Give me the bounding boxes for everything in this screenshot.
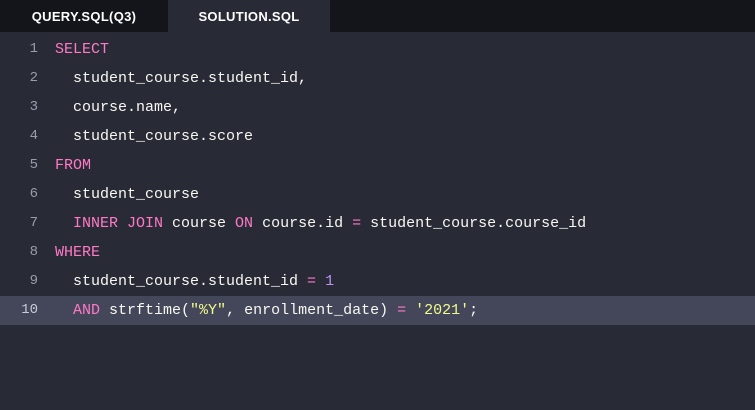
code-token: ; [469,302,479,319]
code-line-10[interactable]: 10 AND strftime("%Y", enrollment_date) =… [0,296,755,325]
code-token: student_course.student_id [55,273,308,290]
code-token: student_course.score [55,128,254,145]
code-token: student_course [55,186,200,203]
code-token: FROM [55,157,92,174]
tab-label: SOLUTION.SQL [198,8,300,24]
code-text: WHERE [38,238,100,267]
code-token: , enrollment_date) [226,302,398,319]
line-number: 8 [29,244,38,260]
code-token: = [352,215,362,232]
line-number: 10 [21,302,38,318]
code-line-6[interactable]: 6 student_course [0,180,755,209]
code-line-9[interactable]: 9 student_course.student_id = 1 [0,267,755,296]
line-number: 1 [29,41,38,57]
code-token: course.id [253,215,353,232]
code-text: student_course.score [38,122,253,151]
code-line-3[interactable]: 3 course.name, [0,93,755,122]
code-line-8[interactable]: 8 WHERE [0,238,755,267]
code-text: student_course.student_id, [38,64,307,93]
code-text: AND strftime("%Y", enrollment_date) = '2… [38,296,478,325]
code-text: student_course [38,180,199,209]
code-token: SELECT [55,41,110,58]
code-line-2[interactable]: 2 student_course.student_id, [0,64,755,93]
line-number: 3 [29,99,38,115]
line-number: 9 [29,273,38,289]
code-token: '2021' [415,302,470,319]
tab-bar: QUERY.SQL(Q3) SOLUTION.SQL [0,0,755,32]
code-token: WHERE [55,244,101,261]
code-line-1[interactable]: 1 SELECT [0,35,755,64]
code-line-4[interactable]: 4 student_course.score [0,122,755,151]
code-token: = [307,273,317,290]
code-editor[interactable]: 1 SELECT 2 student_course.student_id, 3 cou… [0,32,755,325]
line-number: 6 [29,186,38,202]
code-line-7[interactable]: 7 INNER JOIN course ON course.id = stude… [0,209,755,238]
line-number: 4 [29,128,38,144]
code-token: student_course.student_id, [55,70,308,87]
code-token: "%Y" [190,302,227,319]
line-number: 7 [29,215,38,231]
tab-solution-sql[interactable]: SOLUTION.SQL [168,0,330,32]
code-text: SELECT [38,35,109,64]
code-token: strftime( [100,302,191,319]
code-token: AND [73,302,101,319]
code-token: = [397,302,407,319]
tab-label: QUERY.SQL(Q3) [31,8,137,24]
code-token: ON [235,215,254,232]
code-token: course.name, [55,99,182,116]
tab-bar-filler [330,0,755,32]
code-token: student_course.course_id [361,215,587,232]
code-text: FROM [38,151,91,180]
tab-query-sql[interactable]: QUERY.SQL(Q3) [0,0,168,32]
line-number: 5 [29,157,38,173]
code-token: 1 [325,273,335,290]
code-token: INNER JOIN [73,215,164,232]
code-text: INNER JOIN course ON course.id = student… [38,209,586,238]
code-line-5[interactable]: 5 FROM [0,151,755,180]
code-text: course.name, [38,93,181,122]
code-token: course [163,215,236,232]
code-text: student_course.student_id = 1 [38,267,334,296]
line-number: 2 [29,70,38,86]
